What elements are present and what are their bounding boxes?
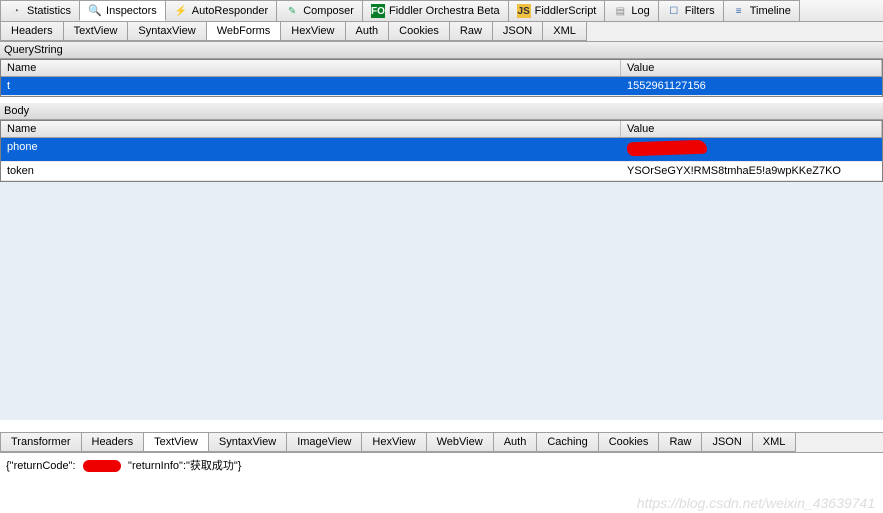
response-tab-xml[interactable]: XML bbox=[752, 433, 797, 452]
column-header-name[interactable]: Name bbox=[1, 121, 621, 137]
tab-inspectors[interactable]: Inspectors bbox=[79, 0, 166, 21]
request-tab-cookies[interactable]: Cookies bbox=[388, 22, 450, 41]
tab-log[interactable]: Log bbox=[604, 0, 658, 21]
stat-icon bbox=[9, 4, 23, 18]
body-grid: Name Value phonetokenYSOrSeGYX!RMS8tmhaE… bbox=[0, 120, 883, 182]
tab-label: Inspectors bbox=[106, 5, 157, 17]
tab-label: Composer bbox=[303, 5, 354, 17]
response-textview[interactable]: {"returnCode": "returnInfo":"获取成功"} bbox=[0, 453, 883, 513]
empty-area bbox=[0, 182, 883, 420]
cell-value: 1552961127156 bbox=[621, 77, 882, 95]
request-tab-xml[interactable]: XML bbox=[542, 22, 587, 41]
redacted-value bbox=[83, 460, 121, 472]
time-icon bbox=[732, 4, 746, 18]
request-tab-raw[interactable]: Raw bbox=[449, 22, 493, 41]
response-tab-webview[interactable]: WebView bbox=[426, 433, 494, 452]
response-text-prefix: {"returnCode": bbox=[6, 460, 76, 472]
column-header-value[interactable]: Value bbox=[621, 60, 882, 76]
response-tab-bar: TransformerHeadersTextViewSyntaxViewImag… bbox=[0, 433, 883, 453]
tab-label: Log bbox=[631, 5, 649, 17]
insp-icon bbox=[88, 4, 102, 18]
request-tab-webforms[interactable]: WebForms bbox=[206, 22, 282, 41]
cell-name: token bbox=[1, 162, 621, 180]
tab-label: Filters bbox=[685, 5, 715, 17]
cell-value: YSOrSeGYX!RMS8tmhaE5!a9wpKKeZ7KO bbox=[621, 162, 882, 180]
response-tab-auth[interactable]: Auth bbox=[493, 433, 538, 452]
cell-name: t bbox=[1, 77, 621, 95]
tab-fiddlerscript[interactable]: JS FiddlerScript bbox=[508, 0, 606, 21]
request-tab-syntaxview[interactable]: SyntaxView bbox=[127, 22, 206, 41]
request-tab-json[interactable]: JSON bbox=[492, 22, 543, 41]
filt-icon bbox=[667, 4, 681, 18]
tab-timeline[interactable]: Timeline bbox=[723, 0, 800, 21]
tab-label: Timeline bbox=[750, 5, 791, 17]
querystring-section-label: QueryString bbox=[0, 42, 883, 59]
table-row[interactable]: phone bbox=[1, 138, 882, 162]
response-text-mid: "returnInfo":"获取成功"} bbox=[128, 460, 241, 472]
cell-name: phone bbox=[1, 138, 621, 161]
tab-label: Fiddler Orchestra Beta bbox=[389, 5, 500, 17]
response-tab-hexview[interactable]: HexView bbox=[361, 433, 426, 452]
auto-icon bbox=[174, 4, 188, 18]
response-tab-syntaxview[interactable]: SyntaxView bbox=[208, 433, 287, 452]
response-tab-imageview[interactable]: ImageView bbox=[286, 433, 362, 452]
column-header-value[interactable]: Value bbox=[621, 121, 882, 137]
response-panel: TransformerHeadersTextViewSyntaxViewImag… bbox=[0, 432, 883, 513]
response-tab-raw[interactable]: Raw bbox=[658, 433, 702, 452]
request-tab-textview[interactable]: TextView bbox=[63, 22, 129, 41]
response-tab-json[interactable]: JSON bbox=[701, 433, 752, 452]
redacted-scribble bbox=[627, 140, 707, 157]
response-tab-textview[interactable]: TextView bbox=[143, 433, 209, 452]
tab-filters[interactable]: Filters bbox=[658, 0, 724, 21]
table-row[interactable]: tokenYSOrSeGYX!RMS8tmhaE5!a9wpKKeZ7KO bbox=[1, 162, 882, 181]
tab-autoresponder[interactable]: AutoResponder bbox=[165, 0, 277, 21]
request-tab-bar: HeadersTextViewSyntaxViewWebFormsHexView… bbox=[0, 22, 883, 42]
tab-statistics[interactable]: Statistics bbox=[0, 0, 80, 21]
top-tab-bar: Statistics Inspectors AutoResponder Compose… bbox=[0, 0, 883, 22]
tab-fiddler-orchestra-beta[interactable]: FO Fiddler Orchestra Beta bbox=[362, 0, 509, 21]
request-tab-auth[interactable]: Auth bbox=[345, 22, 390, 41]
querystring-grid: Name Value t1552961127156 bbox=[0, 59, 883, 97]
tab-composer[interactable]: Composer bbox=[276, 0, 363, 21]
fs-icon: JS bbox=[517, 4, 531, 18]
log-icon bbox=[613, 4, 627, 18]
response-tab-headers[interactable]: Headers bbox=[81, 433, 145, 452]
table-row[interactable]: t1552961127156 bbox=[1, 77, 882, 96]
tab-label: AutoResponder bbox=[192, 5, 268, 17]
comp-icon bbox=[285, 4, 299, 18]
column-header-name[interactable]: Name bbox=[1, 60, 621, 76]
grid-header: Name Value bbox=[1, 60, 882, 77]
response-tab-transformer[interactable]: Transformer bbox=[0, 433, 82, 452]
cell-value bbox=[621, 138, 882, 161]
grid-header: Name Value bbox=[1, 121, 882, 138]
response-tab-cookies[interactable]: Cookies bbox=[598, 433, 660, 452]
request-tab-hexview[interactable]: HexView bbox=[280, 22, 345, 41]
orch-icon: FO bbox=[371, 4, 385, 18]
tab-label: FiddlerScript bbox=[535, 5, 597, 17]
body-section-label: Body bbox=[0, 103, 883, 120]
response-tab-caching[interactable]: Caching bbox=[536, 433, 598, 452]
tab-label: Statistics bbox=[27, 5, 71, 17]
request-tab-headers[interactable]: Headers bbox=[0, 22, 64, 41]
